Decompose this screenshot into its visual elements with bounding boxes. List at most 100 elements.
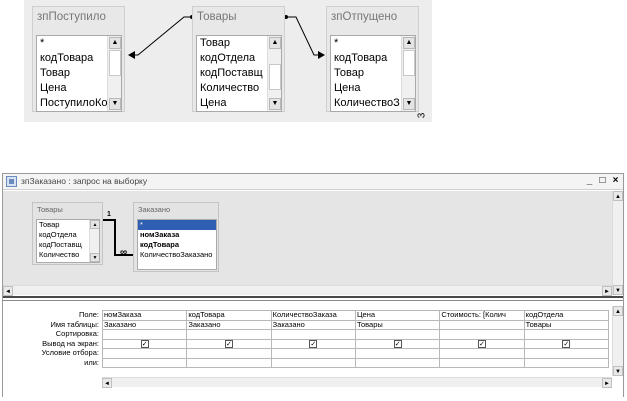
show-cell[interactable]: ✓ — [439, 338, 525, 349]
field-cell[interactable]: номЗаказа — [101, 310, 188, 321]
close-button[interactable]: × — [610, 174, 621, 188]
field-cell[interactable]: Стоимость: [Колич — [439, 310, 525, 321]
field-cell[interactable]: КоличествоЗаказа — [270, 310, 356, 321]
or-cell[interactable] — [523, 357, 610, 368]
table-zp-postupilo[interactable]: зпПоступило * кодТовара Товар Цена Посту… — [32, 6, 125, 112]
table-pane-vertical-scrollbar[interactable]: ▲ ▼ — [612, 191, 623, 295]
field-item[interactable]: кодТовара — [331, 51, 401, 66]
query-table-zakazano[interactable]: Заказано * номЗаказа кодТовара Количеств… — [133, 202, 219, 272]
criteria-cell[interactable] — [354, 348, 441, 359]
show-checkbox[interactable]: ✓ — [309, 339, 318, 348]
or-cell[interactable] — [354, 357, 441, 368]
or-cell[interactable] — [270, 357, 356, 368]
window-titlebar[interactable]: зпЗаказано : запрос на выборку _ □ × — [3, 174, 623, 190]
table-cell[interactable]: Заказано — [270, 319, 356, 330]
sort-cell[interactable] — [101, 329, 188, 340]
table-cell[interactable]: Товары — [523, 319, 610, 330]
field-item[interactable]: КоличествоЗаказано — [138, 250, 216, 260]
field-cell[interactable]: Цена — [354, 310, 441, 321]
design-grid-pane[interactable]: Поле: Имя таблицы: Сортировка: Вывод на … — [3, 302, 623, 397]
field-item[interactable]: кодПоставщ — [197, 66, 267, 81]
field-item[interactable]: кодТовара — [37, 51, 107, 66]
sort-cell[interactable] — [270, 329, 356, 340]
criteria-cell[interactable] — [523, 348, 610, 359]
field-list[interactable]: * кодТовара Товар Цена ПоступилоКо ▲ ▼ — [36, 35, 122, 112]
scroll-thumb[interactable] — [269, 64, 281, 90]
show-checkbox[interactable]: ✓ — [140, 339, 149, 348]
scroll-left-arrow-icon[interactable]: ◄ — [102, 378, 112, 388]
field-item[interactable]: Цена — [331, 81, 401, 96]
field-list[interactable]: * кодТовара Товар Цена КоличествоЗ ▲ ▼ — [330, 35, 416, 112]
table-tovary[interactable]: Товары Товар кодОтдела кодПоставщ Количе… — [192, 6, 285, 112]
scroll-right-arrow-icon[interactable]: ► — [602, 286, 612, 296]
field-list[interactable]: * номЗаказа кодТовара КоличествоЗаказано — [137, 219, 217, 270]
pane-splitter[interactable] — [3, 296, 623, 301]
scroll-up-arrow-icon[interactable]: ▲ — [403, 37, 415, 49]
field-item[interactable]: кодТовара — [138, 240, 216, 250]
field-item[interactable]: * — [138, 220, 216, 230]
scroll-thumb[interactable] — [109, 50, 121, 76]
criteria-cell[interactable] — [101, 348, 188, 359]
field-item[interactable]: Цена — [197, 96, 267, 111]
vertical-scrollbar[interactable]: ▲ ▼ — [267, 36, 281, 111]
field-item[interactable]: ПоступилоКо — [37, 96, 107, 111]
table-cell[interactable] — [439, 319, 525, 330]
show-cell[interactable]: ✓ — [101, 338, 188, 349]
scroll-left-arrow-icon[interactable]: ◄ — [3, 286, 13, 296]
scroll-down-arrow-icon[interactable]: ▼ — [109, 98, 121, 110]
grid-vertical-scrollbar[interactable]: ▲ ▼ — [612, 306, 623, 376]
or-cell[interactable] — [101, 357, 188, 368]
table-zp-otpushcheno[interactable]: зпОтпущено * кодТовара Товар Цена Количе… — [326, 6, 419, 112]
table-pane[interactable]: Товары Товар кодОтдела кодПоставщ Количе… — [3, 191, 623, 296]
vertical-scrollbar[interactable]: ▲ ▼ — [89, 220, 99, 262]
field-item[interactable]: * — [37, 36, 107, 51]
field-cell[interactable]: кодОтдела — [523, 310, 610, 321]
scroll-down-arrow-icon[interactable]: ▼ — [90, 253, 99, 262]
design-grid[interactable]: номЗаказа кодТовара КоличествоЗаказа Цен… — [101, 310, 610, 368]
field-item[interactable]: Цена — [37, 81, 107, 96]
scroll-down-arrow-icon[interactable]: ▼ — [269, 98, 281, 110]
scroll-up-arrow-icon[interactable]: ▲ — [90, 220, 99, 229]
scroll-down-arrow-icon[interactable]: ▼ — [613, 285, 623, 295]
field-item[interactable]: кодОтдела — [197, 51, 267, 66]
criteria-cell[interactable] — [270, 348, 356, 359]
show-checkbox[interactable]: ✓ — [393, 339, 402, 348]
scroll-up-arrow-icon[interactable]: ▲ — [269, 37, 281, 49]
sort-cell[interactable] — [439, 329, 525, 340]
criteria-cell[interactable] — [186, 348, 272, 359]
scroll-down-arrow-icon[interactable]: ▼ — [403, 98, 415, 110]
field-item[interactable]: Товар — [331, 66, 401, 81]
table-cell[interactable]: Заказано — [186, 319, 272, 330]
field-item[interactable]: Товар — [37, 66, 107, 81]
field-item[interactable]: КоличествоЗ — [331, 96, 401, 111]
scroll-up-arrow-icon[interactable]: ▲ — [613, 191, 623, 201]
or-cell[interactable] — [439, 357, 525, 368]
table-pane-horizontal-scrollbar[interactable]: ◄ ► — [3, 285, 612, 296]
show-checkbox[interactable]: ✓ — [477, 339, 486, 348]
scroll-up-arrow-icon[interactable]: ▲ — [613, 306, 623, 316]
field-item[interactable]: номЗаказа — [138, 230, 216, 240]
query-table-tovary[interactable]: Товары Товар кодОтдела кодПоставщ Количе… — [32, 202, 103, 265]
criteria-cell[interactable] — [439, 348, 525, 359]
field-list[interactable]: Товар кодОтдела кодПоставщ Количество Це… — [196, 35, 282, 112]
sort-cell[interactable] — [354, 329, 441, 340]
grid-horizontal-scrollbar[interactable]: ◄ ► — [102, 377, 612, 388]
show-cell[interactable]: ✓ — [270, 338, 356, 349]
or-cell[interactable] — [186, 357, 272, 368]
scroll-right-arrow-icon[interactable]: ► — [602, 378, 612, 388]
show-checkbox[interactable]: ✓ — [224, 339, 233, 348]
table-cell[interactable]: Товары — [354, 319, 441, 330]
table-cell[interactable]: Заказано — [101, 319, 188, 330]
scroll-up-arrow-icon[interactable]: ▲ — [109, 37, 121, 49]
field-list[interactable]: Товар кодОтдела кодПоставщ Количество ▲ … — [36, 219, 100, 263]
show-cell[interactable]: ✓ — [186, 338, 272, 349]
show-cell[interactable]: ✓ — [354, 338, 441, 349]
field-item[interactable]: Количество — [197, 81, 267, 96]
field-cell[interactable]: кодТовара — [186, 310, 272, 321]
field-item[interactable]: Товар — [197, 36, 267, 51]
sort-cell[interactable] — [186, 329, 272, 340]
vertical-scrollbar[interactable]: ▲ ▼ — [107, 36, 121, 111]
query-design-window[interactable]: зпЗаказано : запрос на выборку _ □ × Тов… — [2, 173, 624, 397]
sort-cell[interactable] — [523, 329, 610, 340]
scroll-down-arrow-icon[interactable]: ▼ — [613, 366, 623, 376]
